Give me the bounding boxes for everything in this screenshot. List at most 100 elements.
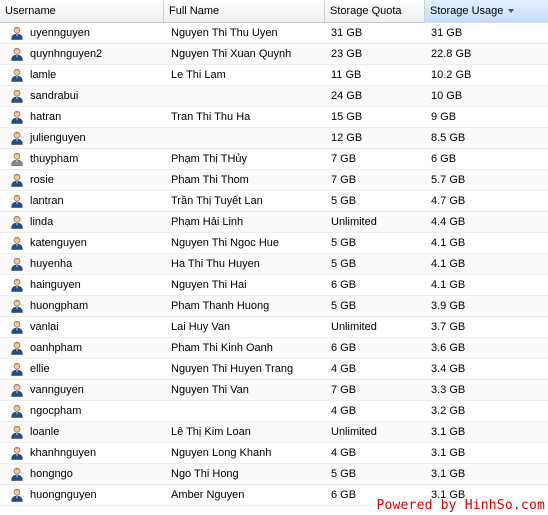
storage-usage-cell: 22.8 GB [431, 48, 472, 60]
full-name-cell: Phạm Hải Linh [171, 216, 244, 228]
table-row[interactable]: quynhnguyen2 Nguyen Thi Xuan Quynh 23 GB 22… [0, 44, 548, 65]
storage-quota-cell: 11 GB [331, 69, 362, 81]
full-name-cell: Nguyen Thi Hai [171, 279, 247, 291]
username-text: lamle [30, 69, 57, 81]
storage-quota-cell: 5 GB [331, 195, 357, 207]
username-cell: linda [0, 212, 164, 232]
table-row[interactable]: ellie Nguyen Thi Huyen Trang 4 GB 3.4 GB [0, 359, 548, 380]
table-row[interactable]: loanle Lê Thị Kim Loan Unlimited 3.1 GB [0, 422, 548, 443]
full-name-cell: Lê Thị Kim Loan [171, 426, 251, 438]
table-row[interactable]: hainguyen Nguyen Thi Hai 6 GB 4.1 GB [0, 275, 548, 296]
table-row[interactable]: oanhpham Pham Thi Kinh Oanh 6 GB 3.6 GB [0, 338, 548, 359]
storage-quota-cell: Unlimited [331, 426, 377, 438]
username-text: loanle [30, 426, 60, 438]
user-icon [10, 404, 24, 418]
full-name-cell: Pham Thanh Huong [171, 300, 270, 312]
grid-header: Username Full Name Storage Quota Storage… [0, 0, 548, 23]
full-name-cell: Lai Huy Van [171, 321, 231, 333]
table-row[interactable]: uyennguyen Nguyen Thi Thu Uyen 31 GB 31 GB [0, 23, 548, 44]
storage-usage-cell: 8.5 GB [431, 132, 466, 144]
table-row[interactable]: katenguyen Nguyen Thi Ngoc Hue 5 GB 4.1 GB [0, 233, 548, 254]
storage-usage-cell: 4.1 GB [431, 279, 466, 291]
storage-usage-cell: 5.7 GB [431, 174, 466, 186]
column-header-full-name[interactable]: Full Name [164, 0, 325, 23]
storage-usage-cell: 4.4 GB [431, 216, 466, 228]
username-cell: lantran [0, 191, 164, 211]
table-row[interactable]: vanlai Lai Huy Van Unlimited 3.7 GB [0, 317, 548, 338]
storage-quota-cell: 15 GB [331, 111, 363, 123]
username-cell: rosie [0, 170, 164, 190]
username-cell: huyenha [0, 254, 164, 274]
column-header-storage-usage-label: Storage Usage [430, 5, 504, 17]
column-header-username[interactable]: Username [0, 0, 164, 23]
storage-usage-cell: 4.1 GB [431, 258, 466, 270]
username-cell: lamle [0, 65, 164, 85]
username-cell: thuypham [0, 149, 164, 169]
table-row[interactable]: hongngo Ngo Thi Hong 5 GB 3.1 GB [0, 464, 548, 485]
storage-usage-cell: 4.7 GB [431, 195, 466, 207]
full-name-cell [164, 86, 325, 106]
storage-quota-cell: 4 GB [331, 447, 357, 459]
table-row[interactable]: hatran Tran Thi Thu Ha 15 GB 9 GB [0, 107, 548, 128]
table-row[interactable]: sandrabui 24 GB 10 GB [0, 86, 548, 107]
grid-body: uyennguyen Nguyen Thi Thu Uyen 31 GB 31 GB q… [0, 23, 548, 515]
table-row[interactable]: rosie Pham Thi Thom 7 GB 5.7 GB [0, 170, 548, 191]
storage-quota-cell: 23 GB [331, 48, 363, 60]
storage-quota-cell: 31 GB [331, 27, 363, 39]
username-cell: huongnguyen [0, 485, 164, 505]
full-name-cell: Tran Thi Thu Ha [171, 111, 251, 123]
table-row[interactable]: lantran Trần Thị Tuyết Lan 5 GB 4.7 GB [0, 191, 548, 212]
user-icon [10, 362, 24, 376]
table-row[interactable]: khanhnguyen Nguyen Long Khanh 4 GB 3.1 GB [0, 443, 548, 464]
username-cell: sandrabui [0, 86, 164, 106]
full-name-cell: Nguyen Thi Van [171, 384, 249, 396]
watermark: Powered by HinhSo.com [375, 498, 546, 513]
table-row[interactable]: huongpham Pham Thanh Huong 5 GB 3.9 GB [0, 296, 548, 317]
username-text: huongpham [30, 300, 89, 312]
username-text: ellie [30, 363, 50, 375]
column-header-storage-usage[interactable]: Storage Usage [425, 0, 548, 23]
username-cell: quynhnguyen2 [0, 44, 164, 64]
username-text: lantran [30, 195, 64, 207]
column-header-storage-quota[interactable]: Storage Quota [325, 0, 425, 23]
storage-usage-cell: 9 GB [431, 111, 457, 123]
user-icon [10, 467, 24, 481]
username-cell: vannguyen [0, 380, 164, 400]
user-icon [10, 278, 24, 292]
table-row[interactable]: lamle Le Thi Lam 11 GB 10.2 GB [0, 65, 548, 86]
storage-quota-cell: Unlimited [331, 216, 377, 228]
user-icon [10, 215, 24, 229]
table-row[interactable]: linda Phạm Hải Linh Unlimited 4.4 GB [0, 212, 548, 233]
storage-quota-cell: 5 GB [331, 468, 357, 480]
storage-quota-cell: 7 GB [331, 384, 357, 396]
user-icon [10, 152, 24, 166]
table-row[interactable]: thuypham Phạm Thị THủy 7 GB 6 GB [0, 149, 548, 170]
storage-usage-cell: 3.1 GB [431, 426, 466, 438]
table-row[interactable]: julienguyen 12 GB 8.5 GB [0, 128, 548, 149]
username-text: linda [30, 216, 54, 228]
user-icon [10, 236, 24, 250]
storage-usage-cell: 3.4 GB [431, 363, 466, 375]
user-icon [10, 131, 24, 145]
user-icon [10, 26, 24, 40]
storage-usage-cell: 31 GB [431, 27, 463, 39]
storage-quota-cell: 4 GB [331, 405, 357, 417]
full-name-cell: Nguyen Thi Xuan Quynh [171, 48, 292, 60]
username-cell: ellie [0, 359, 164, 379]
username-text: ngocpham [30, 405, 82, 417]
storage-usage-cell: 10 GB [431, 90, 463, 102]
table-row[interactable]: vannguyen Nguyen Thi Van 7 GB 3.3 GB [0, 380, 548, 401]
username-text: huyenha [30, 258, 73, 270]
table-row[interactable]: ngocpham 4 GB 3.2 GB [0, 401, 548, 422]
storage-usage-cell: 3.9 GB [431, 300, 466, 312]
table-row[interactable]: huyenha Ha Thi Thu Huyen 5 GB 4.1 GB [0, 254, 548, 275]
username-text: khanhnguyen [30, 447, 97, 459]
user-icon [10, 89, 24, 103]
storage-usage-cell: 6 GB [431, 153, 457, 165]
username-cell: oanhpham [0, 338, 164, 358]
username-text: katenguyen [30, 237, 87, 249]
username-cell: ngocpham [0, 401, 164, 421]
storage-quota-cell: 7 GB [331, 174, 357, 186]
sort-desc-icon[interactable] [508, 9, 515, 14]
username-cell: khanhnguyen [0, 443, 164, 463]
